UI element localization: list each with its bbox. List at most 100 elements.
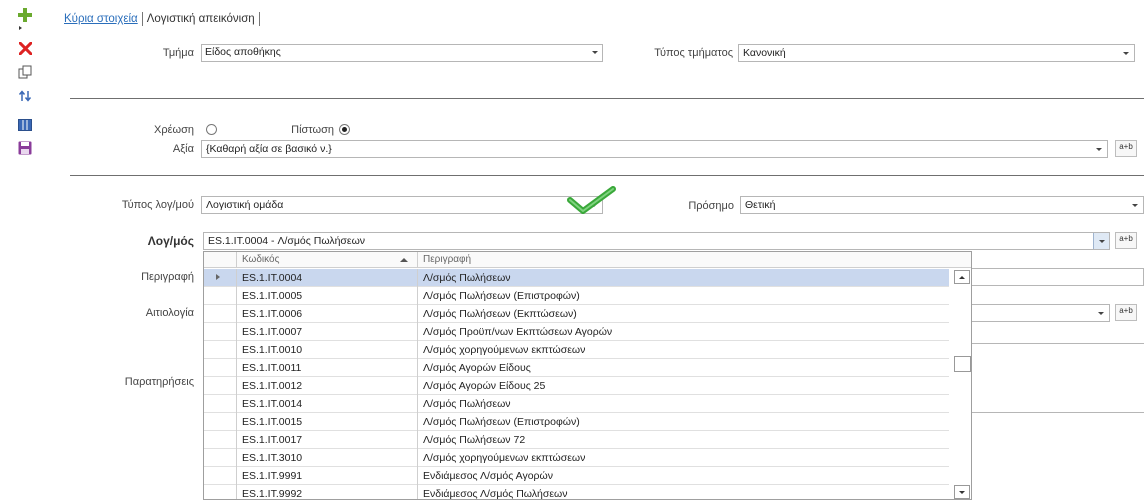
copy-icon bbox=[18, 65, 32, 79]
cell-description: Λ/σμός Πωλήσεων 72 bbox=[423, 434, 526, 446]
cell-description: Ενδιάμεσος Λ/σμός Αγορών bbox=[423, 470, 553, 482]
cell-description: Λ/σμός Πωλήσεων bbox=[423, 398, 511, 410]
tab-accounting-view[interactable]: Λογιστική απεικόνιση bbox=[147, 13, 255, 25]
cell-description: Λ/σμός Πωλήσεων (Επιστροφών) bbox=[423, 290, 580, 302]
delete-button[interactable] bbox=[16, 40, 34, 56]
column-header-code-label: Κωδικός bbox=[242, 254, 280, 265]
reason-extra-field[interactable] bbox=[970, 322, 1144, 344]
table-row[interactable]: ES.1.IT.0005 Λ/σμός Πωλήσεων (Επιστροφών) bbox=[204, 287, 949, 305]
cell-description: Λ/σμός χορηγούμενων εκπτώσεων bbox=[423, 452, 586, 464]
column-header-description[interactable]: Περιγραφή bbox=[418, 252, 718, 268]
description-input[interactable] bbox=[970, 268, 1144, 286]
tab-separator bbox=[258, 12, 260, 26]
account-type-value: Λογιστική ομάδα bbox=[206, 199, 284, 211]
table-row[interactable]: ES.1.IT.0014 Λ/σμός Πωλήσεων bbox=[204, 395, 949, 413]
tab-main-details[interactable]: Κύρια στοιχεία bbox=[64, 13, 138, 25]
chevron-down-icon[interactable] bbox=[1118, 45, 1134, 61]
cell-code: ES.1.IT.0006 bbox=[242, 308, 303, 320]
column-separator bbox=[417, 269, 418, 499]
table-row[interactable]: ES.1.IT.0004 Λ/σμός Πωλήσεων bbox=[204, 269, 949, 287]
reason-label: Αιτιολογία bbox=[145, 307, 194, 319]
formula-button-label: a+b bbox=[1119, 234, 1133, 243]
formula-button-label: a+b bbox=[1119, 142, 1133, 151]
arrow-up-icon bbox=[959, 275, 965, 279]
account-lookup-popup: Κωδικός Περιγραφή ES.1.IT.0004 Λ/σμός Πωλ… bbox=[203, 251, 972, 500]
columns-icon bbox=[18, 119, 32, 131]
table-row[interactable]: ES.1.IT.0017 Λ/σμός Πωλήσεων 72 bbox=[204, 431, 949, 449]
row-pointer-icon bbox=[216, 274, 220, 280]
chevron-down-icon[interactable] bbox=[1127, 197, 1143, 213]
formula-button[interactable]: a+b bbox=[1115, 304, 1137, 321]
chevron-down-icon[interactable] bbox=[1093, 305, 1109, 321]
formula-button[interactable]: a+b bbox=[1115, 232, 1137, 249]
debit-radio[interactable] bbox=[206, 124, 217, 135]
cell-description: Λ/σμός Προϋπ/νων Εκπτώσεων Αγορών bbox=[423, 326, 613, 338]
section-divider bbox=[70, 175, 1144, 176]
checkmark-icon bbox=[567, 186, 616, 214]
column-header-code[interactable]: Κωδικός bbox=[237, 252, 417, 268]
formula-button[interactable]: a+b bbox=[1115, 140, 1137, 157]
chevron-down-icon[interactable] bbox=[1091, 141, 1107, 157]
tab-strip: Κύρια στοιχεία Λογιστική απεικόνιση bbox=[64, 11, 264, 27]
table-row[interactable]: ES.1.IT.9991 Ενδιάμεσος Λ/σμός Αγορών bbox=[204, 467, 949, 485]
scroll-down-button[interactable] bbox=[954, 485, 970, 499]
lookup-rows: ES.1.IT.0004 Λ/σμός Πωλήσεων ES.1.IT.0005 Λ… bbox=[204, 269, 949, 500]
column-header-description-label: Περιγραφή bbox=[423, 254, 472, 265]
table-row[interactable]: ES.1.IT.0012 Λ/σμός Αγορών Είδους 25 bbox=[204, 377, 949, 395]
value-select[interactable]: {Καθαρή αξία σε βασικό ν.} bbox=[201, 140, 1108, 158]
save-button[interactable] bbox=[16, 140, 34, 156]
account-type-select[interactable]: Λογιστική ομάδα bbox=[201, 196, 603, 214]
formula-button-label: a+b bbox=[1119, 306, 1133, 315]
columns-button[interactable] bbox=[16, 117, 34, 133]
cell-code: ES.1.IT.9991 bbox=[242, 470, 303, 482]
dept-type-value: Κανονική bbox=[743, 47, 786, 59]
table-row[interactable]: ES.1.IT.9992 Ενδιάμεσος Λ/σμός Πωλήσεων bbox=[204, 485, 949, 500]
debit-label: Χρέωση bbox=[154, 124, 194, 136]
cell-description: Λ/σμός Πωλήσεων (Επιστροφών) bbox=[423, 416, 580, 428]
lookup-header: Κωδικός Περιγραφή bbox=[204, 252, 971, 268]
cell-code: ES.1.IT.0014 bbox=[242, 398, 303, 410]
cell-description: Λ/σμός Πωλήσεων bbox=[423, 272, 511, 284]
cell-code: ES.1.IT.0010 bbox=[242, 344, 303, 356]
notes-label: Παρατηρήσεις bbox=[124, 376, 194, 388]
department-label: Τμήμα bbox=[162, 47, 194, 59]
tab-separator bbox=[141, 12, 143, 26]
lookup-scrollbar[interactable] bbox=[952, 269, 971, 499]
reason-select[interactable] bbox=[970, 304, 1110, 322]
table-row[interactable]: ES.1.IT.0011 Λ/σμός Αγορών Είδους bbox=[204, 359, 949, 377]
column-separator bbox=[236, 269, 237, 499]
value-label: Αξία bbox=[172, 143, 194, 155]
cell-code: ES.1.IT.9992 bbox=[242, 488, 303, 500]
table-row[interactable]: ES.1.IT.3010 Λ/σμός χορηγούμενων εκπτώσεω… bbox=[204, 449, 949, 467]
sort-button[interactable] bbox=[16, 88, 34, 104]
notes-input[interactable] bbox=[970, 358, 1144, 413]
cell-code: ES.1.IT.0011 bbox=[242, 362, 302, 374]
dept-type-select[interactable]: Κανονική bbox=[738, 44, 1135, 62]
scroll-thumb[interactable] bbox=[954, 356, 971, 372]
cell-code: ES.1.IT.0012 bbox=[242, 380, 303, 392]
cell-code: ES.1.IT.0007 bbox=[242, 326, 303, 338]
table-row[interactable]: ES.1.IT.0015 Λ/σμός Πωλήσεων (Επιστροφών) bbox=[204, 413, 949, 431]
department-select[interactable]: Είδος αποθήκης bbox=[201, 44, 603, 62]
floppy-disk-icon bbox=[18, 141, 32, 155]
plus-icon bbox=[18, 8, 32, 22]
cell-code: ES.1.IT.0017 bbox=[242, 434, 303, 446]
credit-radio[interactable] bbox=[339, 124, 350, 135]
department-value: Είδος αποθήκης bbox=[205, 46, 281, 58]
table-row[interactable]: ES.1.IT.0006 Λ/σμός Πωλήσεων (Εκπτώσεων) bbox=[204, 305, 949, 323]
scroll-up-button[interactable] bbox=[954, 270, 970, 284]
table-row[interactable]: ES.1.IT.0010 Λ/σμός χορηγούμενων εκπτώσεω… bbox=[204, 341, 949, 359]
chevron-down-icon[interactable] bbox=[1093, 233, 1109, 249]
copy-button[interactable] bbox=[16, 64, 34, 80]
column-separator bbox=[236, 252, 237, 268]
description-label: Περιγραφή bbox=[141, 271, 194, 283]
sign-select[interactable]: Θετική bbox=[740, 196, 1144, 214]
credit-label: Πίστωση bbox=[291, 124, 334, 136]
sort-arrows-icon bbox=[18, 90, 32, 102]
table-row[interactable]: ES.1.IT.0007 Λ/σμός Προϋπ/νων Εκπτώσεων Α… bbox=[204, 323, 949, 341]
add-button[interactable] bbox=[16, 7, 34, 23]
x-icon bbox=[18, 41, 32, 55]
value-field-text: {Καθαρή αξία σε βασικό ν.} bbox=[206, 143, 332, 155]
account-select[interactable]: ES.1.IT.0004 - Λ/σμός Πωλήσεων bbox=[203, 232, 1110, 250]
arrow-down-icon bbox=[959, 490, 965, 494]
